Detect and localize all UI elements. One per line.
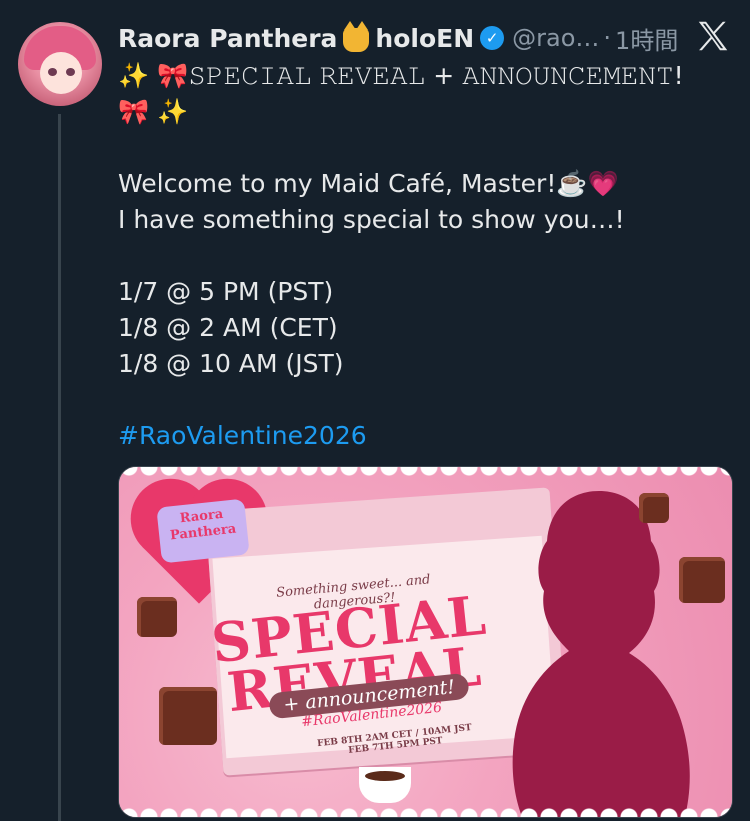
- author-handle[interactable]: @rao…: [512, 24, 599, 52]
- avatar-eye: [48, 68, 57, 76]
- chocolate: [137, 597, 177, 637]
- chocolate: [639, 493, 669, 523]
- cat-face-emoji-icon: [343, 21, 370, 52]
- post-line: 1/8 @ 10 AM (JST): [118, 349, 344, 378]
- author-name-suffix[interactable]: holoEN: [375, 24, 474, 53]
- hashtag-link[interactable]: #RaoValentine2026: [118, 418, 718, 454]
- post-line: [118, 238, 718, 274]
- post-line: [118, 382, 718, 418]
- post-line: ✨ 🎀𝚂𝙿𝙴𝙲𝙸𝙰𝙻 𝚁𝙴𝚅𝙴𝙰𝙻 + 𝙰𝙽𝙽𝙾𝚄𝙽𝙲𝙴𝙼𝙴𝙽𝚃!: [118, 61, 684, 90]
- post-line: [118, 130, 718, 166]
- verified-badge-icon[interactable]: ✓: [480, 26, 505, 50]
- time-separator: ·: [603, 24, 612, 52]
- post-line: I have something special to show you…!: [118, 205, 625, 234]
- post-line: Welcome to my Maid Café, Master!☕️💗: [118, 169, 619, 198]
- avatar-eye: [66, 68, 75, 76]
- post-media-image[interactable]: Raora Panthera Something sweet... and da…: [118, 466, 733, 818]
- avatar-face: [40, 52, 82, 94]
- chocolate: [159, 687, 217, 745]
- post-line: 1/7 @ 5 PM (PST): [118, 277, 334, 306]
- chocolate: [679, 557, 725, 603]
- post-timestamp[interactable]: 1時間: [615, 21, 678, 56]
- author-name[interactable]: Raora Panthera: [118, 24, 337, 53]
- post-header: Raora Panthera holoEN ✓ @rao… · 1時間: [118, 18, 720, 58]
- character-silhouette: [512, 491, 690, 817]
- post-line: 🎀 ✨: [118, 97, 189, 126]
- avatar[interactable]: [18, 22, 102, 106]
- post-text: ✨ 🎀𝚂𝙿𝙴𝙲𝙸𝙰𝙻 𝚁𝙴𝚅𝙴𝙰𝙻 + 𝙰𝙽𝙽𝙾𝚄𝙽𝙲𝙴𝙼𝙴𝙽𝚃! 🎀 ✨ We…: [118, 58, 718, 454]
- thread-line: [58, 114, 61, 821]
- lace-border: [119, 799, 732, 817]
- logo-badge: Raora Panthera: [156, 498, 250, 564]
- coffee-cup: [359, 767, 411, 803]
- post-line: 1/8 @ 2 AM (CET): [118, 313, 338, 342]
- x-logo-icon[interactable]: [694, 16, 732, 56]
